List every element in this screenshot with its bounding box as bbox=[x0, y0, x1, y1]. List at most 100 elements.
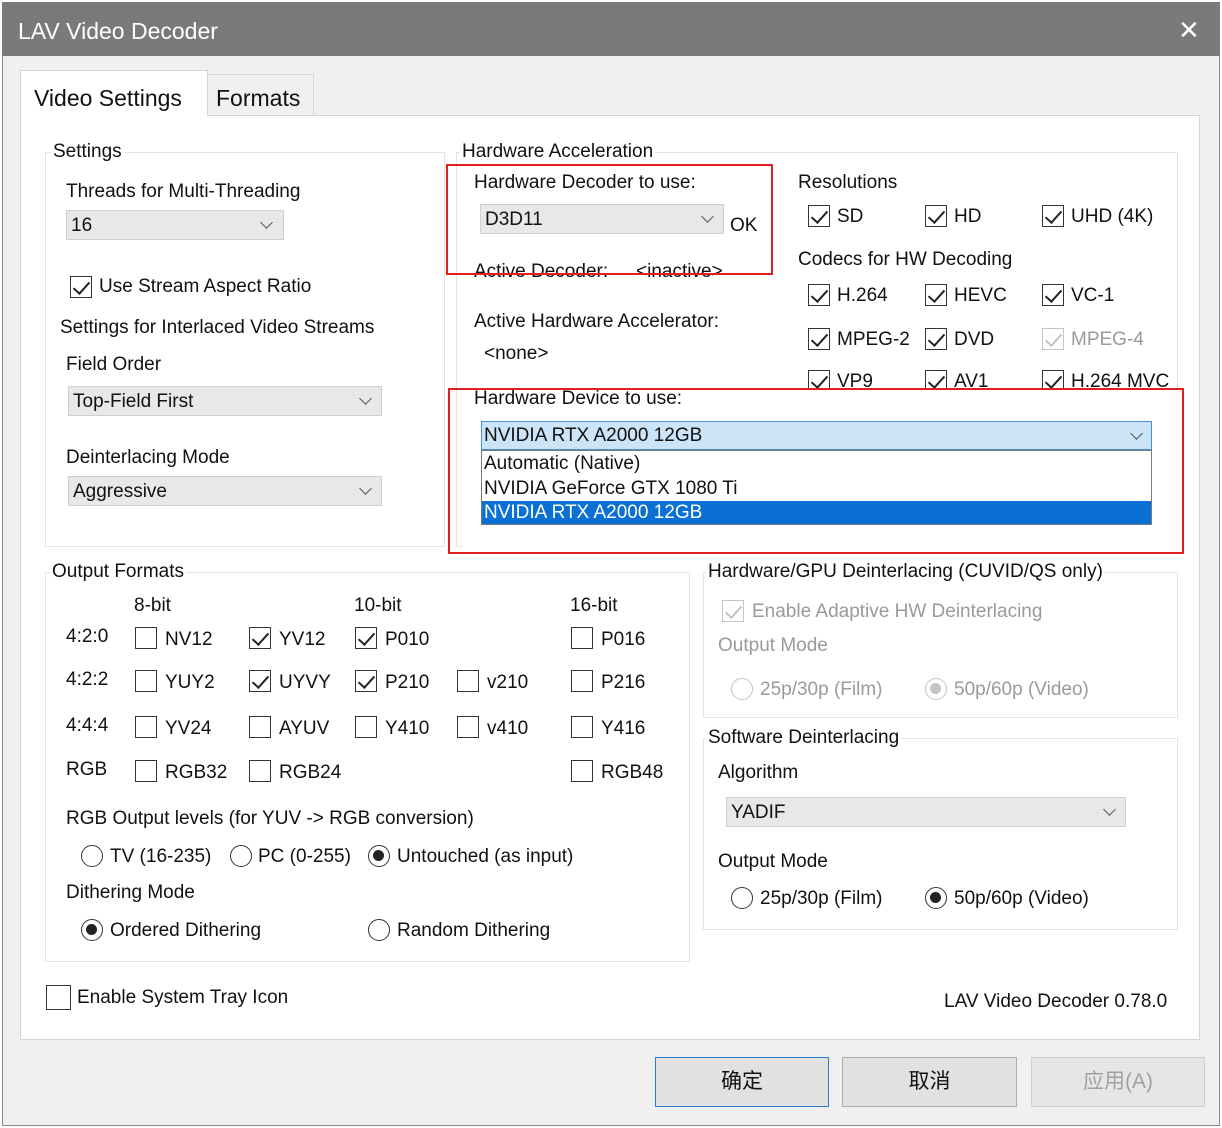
option-label: NVIDIA RTX A2000 12GB bbox=[484, 502, 703, 523]
mpeg4-checkbox bbox=[1042, 328, 1064, 350]
p010-checkbox[interactable] bbox=[355, 627, 377, 649]
tray-icon-checkbox[interactable] bbox=[46, 985, 71, 1010]
close-icon[interactable]: ✕ bbox=[1178, 16, 1200, 44]
resolutions-label: Resolutions bbox=[798, 172, 898, 193]
nv12-label: NV12 bbox=[165, 629, 213, 650]
rgb32-checkbox[interactable] bbox=[135, 760, 157, 782]
hevc-label: HEVC bbox=[954, 285, 1007, 306]
v410-label: v410 bbox=[487, 718, 529, 739]
y416-label: Y416 bbox=[601, 718, 646, 739]
mpeg2-checkbox[interactable] bbox=[808, 328, 830, 350]
chevron-down-icon bbox=[359, 482, 372, 495]
uyvy-label: UYVY bbox=[279, 672, 331, 693]
chevron-down-icon bbox=[1130, 427, 1143, 440]
hw-device-label: Hardware Device to use: bbox=[474, 388, 683, 409]
deint-mode-value: Aggressive bbox=[73, 481, 167, 502]
threads-combo[interactable]: 16 bbox=[66, 210, 284, 240]
tab-label: Video Settings bbox=[34, 85, 182, 111]
rgb48-checkbox[interactable] bbox=[571, 760, 593, 782]
hw-film-radio bbox=[731, 678, 753, 700]
sw-film-radio[interactable] bbox=[731, 887, 753, 909]
chevron-down-icon bbox=[1103, 803, 1116, 816]
h264-label: H.264 bbox=[837, 285, 888, 306]
field-order-combo[interactable]: Top-Field First bbox=[68, 386, 382, 416]
ordered-dithering-radio[interactable] bbox=[81, 919, 103, 941]
adaptive-hw-deint-label: Enable Adaptive HW Deinterlacing bbox=[752, 601, 1043, 622]
v210-label: v210 bbox=[487, 672, 529, 693]
rgb-levels-label: RGB Output levels (for YUV -> RGB conver… bbox=[66, 808, 474, 829]
y410-label: Y410 bbox=[385, 718, 430, 739]
algorithm-label: Algorithm bbox=[718, 762, 799, 783]
deint-mode-combo[interactable]: Aggressive bbox=[68, 476, 382, 506]
col-10bit-label: 10-bit bbox=[354, 595, 402, 616]
y416-checkbox[interactable] bbox=[571, 716, 593, 738]
ordered-dithering-label: Ordered Dithering bbox=[110, 920, 262, 941]
yv12-label: YV12 bbox=[279, 629, 326, 650]
dvd-label: DVD bbox=[954, 329, 995, 350]
sw-video-label: 50p/60p (Video) bbox=[954, 888, 1089, 909]
tray-icon-label: Enable System Tray Icon bbox=[77, 987, 289, 1008]
hd-checkbox[interactable] bbox=[925, 205, 947, 227]
uhd-checkbox[interactable] bbox=[1042, 205, 1064, 227]
settings-group-label: Settings bbox=[51, 141, 124, 163]
p016-checkbox[interactable] bbox=[571, 627, 593, 649]
y410-checkbox[interactable] bbox=[355, 716, 377, 738]
tv-range-label: TV (16-235) bbox=[110, 846, 212, 867]
h264-checkbox[interactable] bbox=[808, 284, 830, 306]
chevron-down-icon bbox=[701, 210, 714, 223]
hevc-checkbox[interactable] bbox=[925, 284, 947, 306]
rgb24-checkbox[interactable] bbox=[249, 760, 271, 782]
dropdown-option[interactable]: NVIDIA GeForce GTX 1080 Ti bbox=[482, 476, 1151, 500]
uyvy-checkbox[interactable] bbox=[249, 670, 271, 692]
ayuv-checkbox[interactable] bbox=[249, 716, 271, 738]
active-accel-label: Active Hardware Accelerator: bbox=[474, 311, 719, 332]
algorithm-combo[interactable]: YADIF bbox=[726, 797, 1126, 827]
sw-video-radio[interactable] bbox=[925, 887, 947, 909]
mpeg4-label: MPEG-4 bbox=[1071, 329, 1144, 350]
option-label: NVIDIA GeForce GTX 1080 Ti bbox=[484, 478, 738, 499]
yuy2-checkbox[interactable] bbox=[135, 670, 157, 692]
p210-checkbox[interactable] bbox=[355, 670, 377, 692]
hw-decoder-combo[interactable]: D3D11 bbox=[480, 204, 724, 234]
tab-video-settings[interactable]: Video Settings bbox=[20, 70, 208, 116]
col-16bit-label: 16-bit bbox=[570, 595, 618, 616]
hw-device-combo[interactable]: NVIDIA RTX A2000 12GB bbox=[481, 421, 1152, 450]
tv-range-radio[interactable] bbox=[81, 845, 103, 867]
ok-button[interactable]: 确定 bbox=[655, 1057, 829, 1107]
hw-video-label: 50p/60p (Video) bbox=[954, 679, 1089, 700]
nv12-checkbox[interactable] bbox=[135, 627, 157, 649]
row-420-label: 4:2:0 bbox=[66, 626, 109, 647]
dropdown-option[interactable]: Automatic (Native) bbox=[482, 451, 1151, 475]
yuy2-label: YUY2 bbox=[165, 672, 215, 693]
window-title: LAV Video Decoder bbox=[18, 18, 218, 44]
hw-decoder-label: Hardware Decoder to use: bbox=[474, 172, 696, 193]
pc-range-radio[interactable] bbox=[230, 845, 252, 867]
v210-checkbox[interactable] bbox=[457, 670, 479, 692]
p216-checkbox[interactable] bbox=[571, 670, 593, 692]
row-444-label: 4:4:4 bbox=[66, 715, 109, 736]
dropdown-option-selected[interactable]: NVIDIA RTX A2000 12GB bbox=[482, 501, 1151, 524]
untouched-radio[interactable] bbox=[368, 845, 390, 867]
active-decoder-label: Active Decoder: bbox=[474, 261, 609, 282]
tab-formats[interactable]: Formats bbox=[206, 74, 314, 116]
dvd-checkbox[interactable] bbox=[925, 328, 947, 350]
hw-deint-group-label: Hardware/GPU Deinterlacing (CUVID/QS onl… bbox=[706, 561, 1105, 583]
hd-label: HD bbox=[954, 206, 982, 227]
sd-checkbox[interactable] bbox=[808, 205, 830, 227]
version-label: LAV Video Decoder 0.78.0 bbox=[944, 991, 1168, 1012]
field-order-value: Top-Field First bbox=[73, 391, 194, 412]
title-bar: LAV Video Decoder ✕ bbox=[2, 2, 1220, 56]
random-dithering-label: Random Dithering bbox=[397, 920, 551, 941]
vc1-checkbox[interactable] bbox=[1042, 284, 1064, 306]
sw-output-mode-label: Output Mode bbox=[718, 851, 828, 872]
random-dithering-radio[interactable] bbox=[368, 919, 390, 941]
v410-checkbox[interactable] bbox=[457, 716, 479, 738]
yv24-label: YV24 bbox=[165, 718, 212, 739]
yv12-checkbox[interactable] bbox=[249, 627, 271, 649]
hw-decoder-value: D3D11 bbox=[485, 209, 543, 230]
stream-aspect-checkbox[interactable] bbox=[70, 276, 92, 298]
p210-label: P210 bbox=[385, 672, 430, 693]
cancel-button[interactable]: 取消 bbox=[842, 1057, 1017, 1107]
uhd-label: UHD (4K) bbox=[1071, 206, 1154, 227]
yv24-checkbox[interactable] bbox=[135, 716, 157, 738]
